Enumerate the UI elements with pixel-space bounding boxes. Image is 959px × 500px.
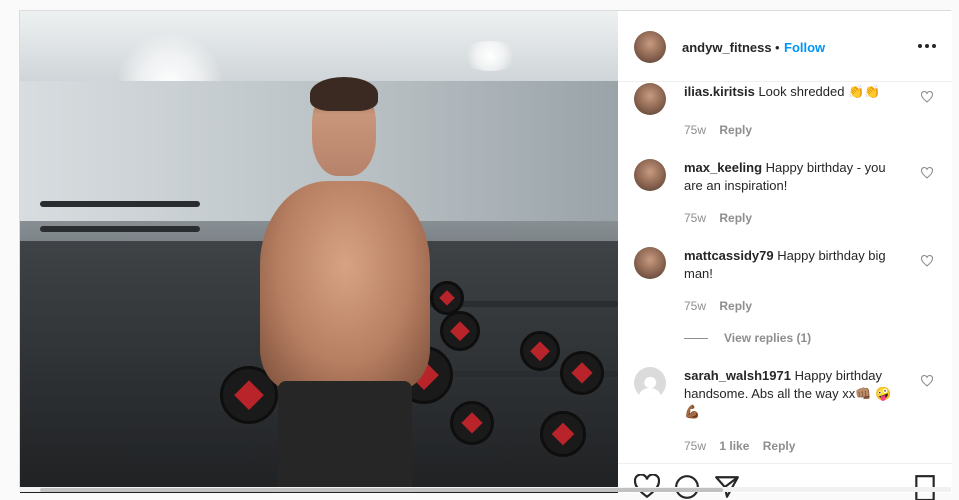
heart-icon[interactable] — [920, 91, 934, 103]
photo-hair — [310, 77, 378, 111]
view-replies-line — [684, 338, 708, 340]
commenter-username[interactable]: ilias.kiritsis — [684, 84, 755, 99]
photo-dumbbell — [520, 331, 560, 371]
reply-button[interactable]: Reply — [719, 299, 752, 313]
heart-icon[interactable] — [920, 255, 934, 267]
comment-meta: 75w 1 like Reply — [684, 439, 805, 453]
heart-icon[interactable] — [920, 375, 934, 387]
commenter-username[interactable]: sarah_walsh1971 — [684, 368, 791, 383]
post-sidebar: andyw_fitness • Follow ilias.kiritsis Lo… — [618, 11, 952, 500]
photo-dumbbell — [540, 411, 586, 457]
more-options-icon[interactable] — [918, 43, 936, 49]
commenter-avatar[interactable] — [634, 159, 666, 191]
commenter-username[interactable]: mattcassidy79 — [684, 248, 774, 263]
comment-text: Look shredded 👏👏 — [758, 84, 881, 99]
horizontal-scrollbar-thumb[interactable] — [40, 488, 723, 492]
author-avatar[interactable] — [634, 31, 666, 63]
view-replies-label: View replies (1) — [724, 331, 812, 345]
photo-dumbbell — [440, 311, 480, 351]
commenter-avatar[interactable] — [634, 83, 666, 115]
comment-meta: 75w Reply — [684, 299, 762, 313]
likes-count[interactable]: 1 like — [719, 439, 749, 453]
comment-age: 75w — [684, 299, 707, 313]
comment-body: max_keeling Happy birthday - you are an … — [684, 159, 904, 195]
comment-body: sarah_walsh1971 Happy birthday handsome.… — [684, 367, 904, 421]
follow-button[interactable]: Follow — [784, 40, 825, 55]
photo-dumbbell — [560, 351, 604, 395]
heart-icon[interactable] — [920, 167, 934, 179]
commenter-username[interactable]: max_keeling — [684, 160, 762, 175]
commenter-avatar[interactable] — [634, 247, 666, 279]
comments-list[interactable]: ilias.kiritsis Look shredded 👏👏 75w Repl… — [618, 83, 952, 463]
post-header: andyw_fitness • Follow — [618, 11, 952, 82]
photo-person — [260, 77, 430, 493]
author-username[interactable]: andyw_fitness — [682, 40, 772, 55]
view-replies-button[interactable]: View replies (1) — [684, 331, 811, 345]
commenter-avatar[interactable] — [634, 367, 666, 399]
header-separator: • — [775, 40, 780, 55]
photo-shorts — [278, 381, 412, 493]
photo-rack — [40, 201, 200, 207]
comment-age: 75w — [684, 439, 707, 453]
photo-dumbbell — [450, 401, 494, 445]
photo-ceiling — [20, 11, 618, 81]
comment-meta: 75w Reply — [684, 211, 762, 225]
comment-body: ilias.kiritsis Look shredded 👏👏 — [684, 83, 904, 101]
photo-rack — [40, 226, 200, 232]
comment-meta: 75w Reply — [684, 123, 762, 137]
photo-torso — [260, 181, 430, 391]
photo-light — [460, 41, 520, 71]
post-photo[interactable] — [20, 11, 618, 493]
post-dialog: andyw_fitness • Follow ilias.kiritsis Lo… — [19, 10, 952, 500]
reply-button[interactable]: Reply — [719, 123, 752, 137]
comment-body: mattcassidy79 Happy birthday big man! — [684, 247, 904, 283]
reply-button[interactable]: Reply — [763, 439, 796, 453]
reply-button[interactable]: Reply — [719, 211, 752, 225]
photo-dumbbell — [430, 281, 464, 315]
comment-age: 75w — [684, 123, 707, 137]
comment-age: 75w — [684, 211, 707, 225]
